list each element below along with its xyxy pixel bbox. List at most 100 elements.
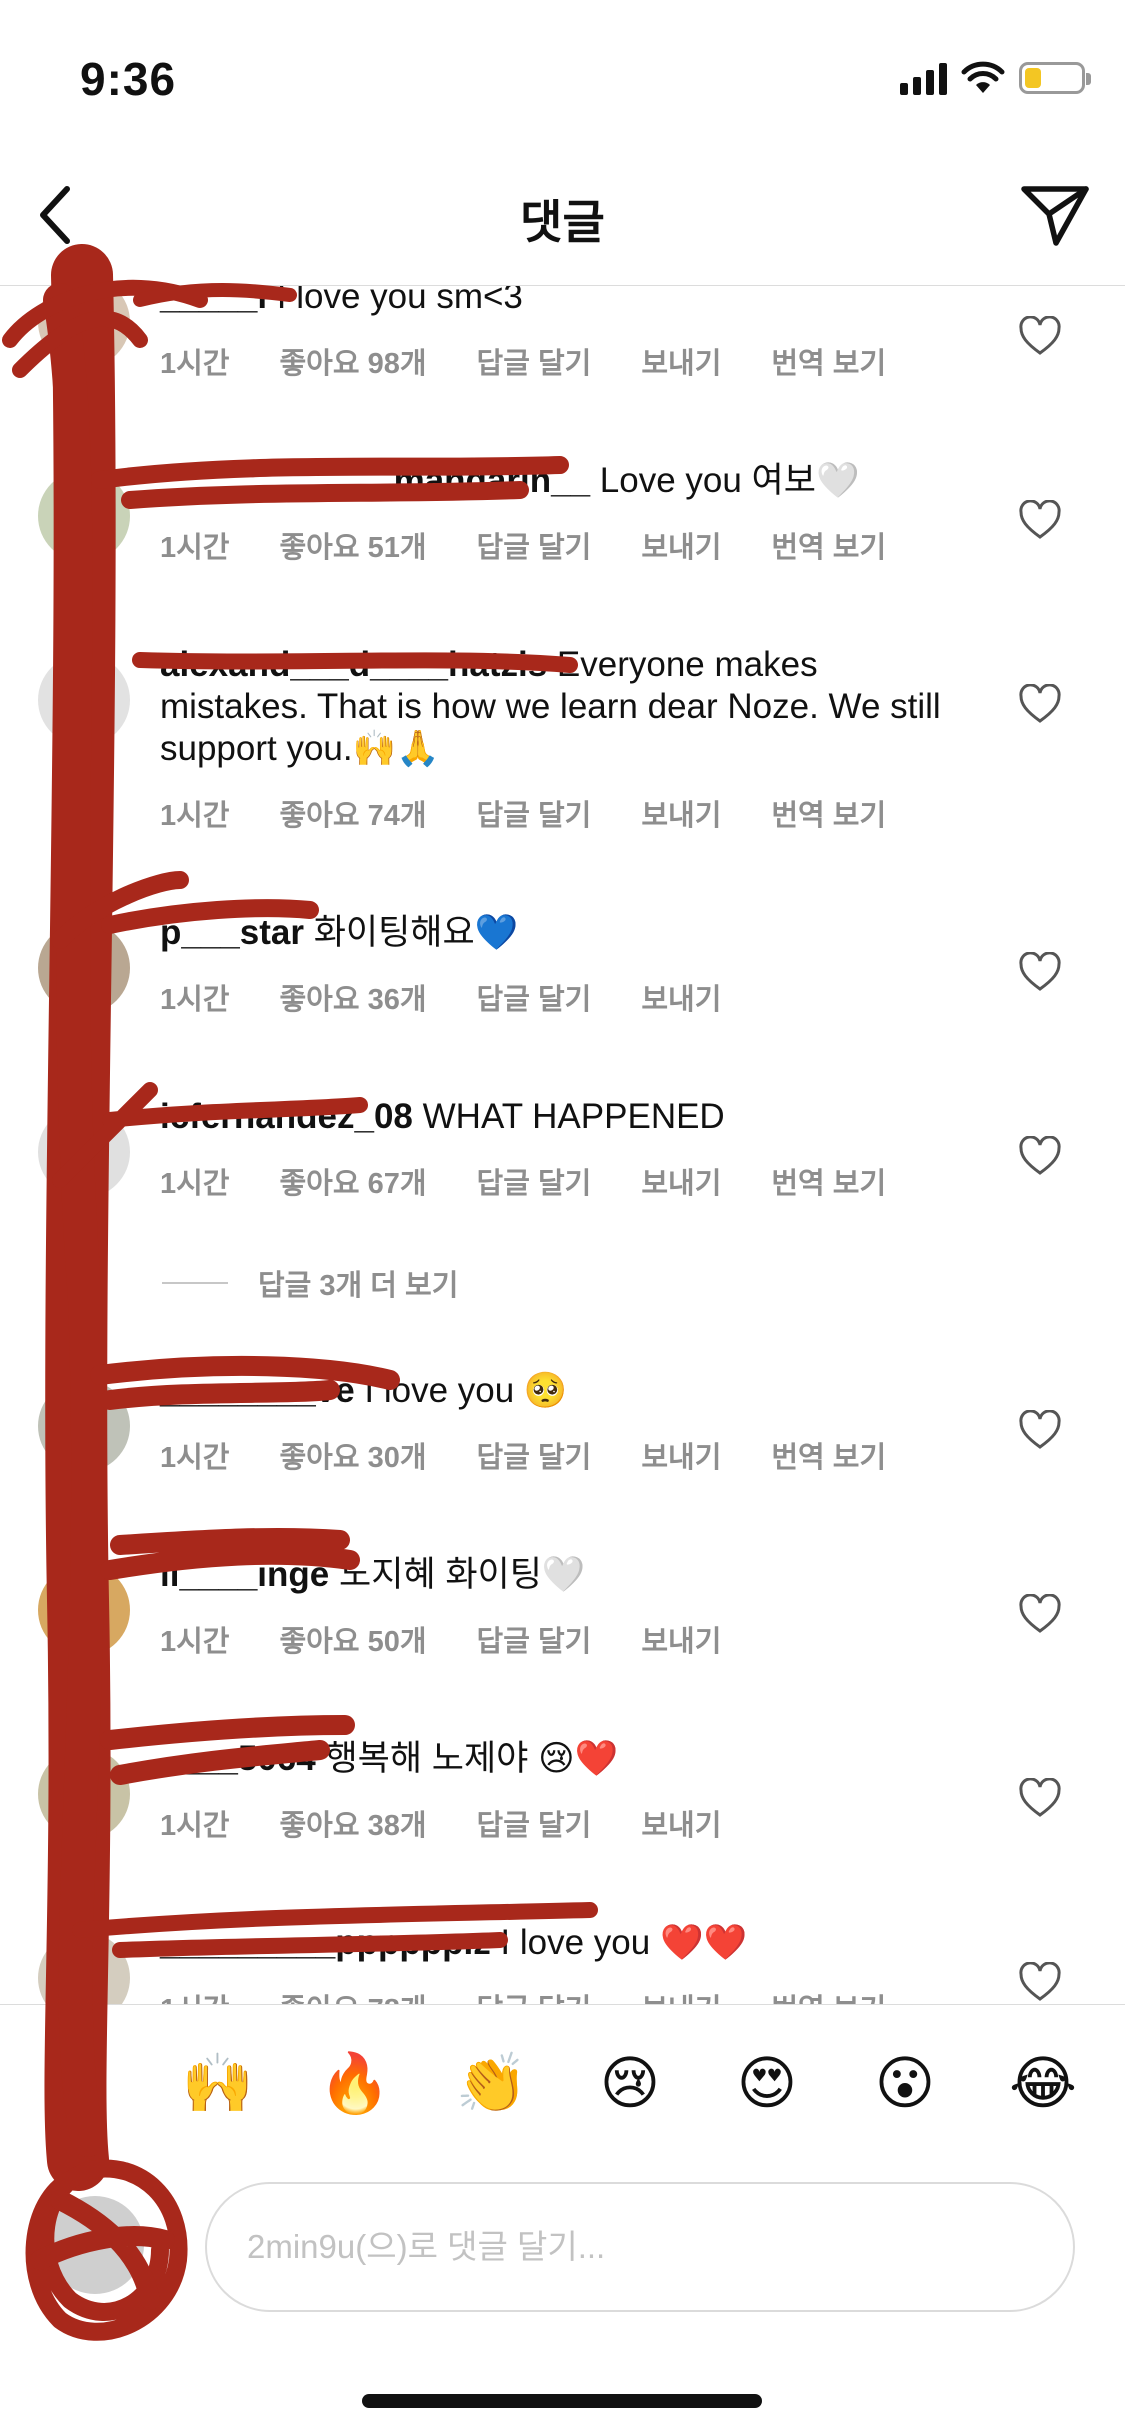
comment-text: ll____inge 노지혜 화이팅🤍 [160, 1554, 960, 1596]
avatar[interactable] [38, 1748, 130, 1840]
comment-likes[interactable]: 좋아요 30개 [280, 1434, 427, 1476]
comment-meta: 1시간 좋아요 98개 답글 달기 보내기 번역 보기 [160, 340, 886, 382]
comment-text: ____5064 행복해 노제야 😢❤️ [160, 1738, 960, 1780]
emoji-heart-eyes-button[interactable]: 😍 [727, 2049, 807, 2119]
comment-username[interactable]: ____________mandarin__ [160, 461, 590, 500]
reply-divider [162, 1282, 228, 1284]
translate-button[interactable]: 번역 보기 [771, 792, 886, 834]
heart-icon[interactable] [1018, 500, 1062, 540]
comment-username[interactable]: p___star [160, 913, 304, 952]
home-indicator[interactable] [362, 2394, 762, 2408]
paper-plane-icon [1021, 186, 1089, 246]
comment-likes[interactable]: 좋아요 78개 [280, 1986, 427, 2004]
comment-list: _____i I love you sm<3 1시간 좋아요 98개 답글 달기… [0, 286, 1125, 2004]
heart-icon[interactable] [1018, 1962, 1062, 2002]
reply-button[interactable]: 답글 달기 [477, 524, 592, 566]
comment-meta: 1시간 좋아요 78개 답글 달기 보내기 번역 보기 [160, 1986, 886, 2004]
heart-icon[interactable] [1018, 684, 1062, 724]
comments-header: 댓글 [0, 140, 1125, 286]
emoji-surprised-button[interactable]: 😮 [865, 2049, 945, 2119]
comment-likes[interactable]: 좋아요 38개 [280, 1802, 427, 1844]
share-button[interactable] [1015, 178, 1095, 254]
comment-composer [0, 2164, 1125, 2324]
comment-likes[interactable]: 좋아요 67개 [280, 1160, 427, 1202]
heart-icon[interactable] [1018, 952, 1062, 992]
comment-input[interactable] [205, 2182, 1075, 2312]
avatar[interactable] [38, 1932, 130, 2004]
translate-button[interactable]: 번역 보기 [771, 1160, 886, 1202]
comment-time: 1시간 [160, 984, 230, 1016]
send-button[interactable]: 보내기 [641, 1160, 721, 1202]
send-button[interactable]: 보내기 [641, 792, 721, 834]
battery-icon [1019, 62, 1091, 94]
comment-username[interactable]: ________ve [160, 1371, 355, 1410]
status-bar: 9:36 [0, 0, 1125, 140]
translate-button[interactable]: 번역 보기 [771, 340, 886, 382]
reply-button[interactable]: 답글 달기 [477, 976, 592, 1018]
view-more-replies-label: 답글 3개 더 보기 [258, 1270, 459, 1302]
comment-body: Love you 여보🤍 [590, 461, 860, 500]
comment-username[interactable]: _________pppppp.z [160, 1923, 491, 1962]
wifi-icon [961, 61, 1005, 93]
avatar[interactable] [38, 286, 130, 368]
comment-body: WHAT HAPPENED [412, 1097, 725, 1136]
send-button[interactable]: 보내기 [641, 1986, 721, 2004]
avatar[interactable] [38, 922, 130, 1014]
reply-button[interactable]: 답글 달기 [477, 1434, 592, 1476]
send-button[interactable]: 보내기 [641, 1802, 721, 1844]
comment-body: I love you ❤️❤️ [490, 1923, 748, 1962]
emoji-crying-button[interactable]: 😢 [590, 2049, 670, 2119]
reply-button[interactable]: 답글 달기 [477, 792, 592, 834]
comment-likes[interactable]: 좋아요 51개 [280, 524, 427, 566]
send-button[interactable]: 보내기 [641, 524, 721, 566]
comment-meta: 1시간 좋아요 74개 답글 달기 보내기 번역 보기 [160, 792, 886, 834]
comment-likes[interactable]: 좋아요 98개 [280, 340, 427, 382]
avatar[interactable] [38, 1106, 130, 1198]
reply-button[interactable]: 답글 달기 [477, 1986, 592, 2004]
avatar[interactable] [38, 470, 130, 562]
avatar[interactable] [38, 654, 130, 746]
reply-button[interactable]: 답글 달기 [477, 1802, 592, 1844]
comment-body: I love you 🥺 [354, 1371, 568, 1410]
comment-time: 1시간 [160, 1442, 230, 1474]
heart-icon[interactable] [1018, 1778, 1062, 1818]
reply-button[interactable]: 답글 달기 [477, 1160, 592, 1202]
comment-username[interactable]: icfernandez_08 [160, 1097, 413, 1136]
comment-text: _____i I love you sm<3 [160, 286, 960, 318]
send-button[interactable]: 보내기 [641, 976, 721, 1018]
comment-username[interactable]: alexand___d____hatzis [160, 645, 547, 684]
comment-username[interactable]: _____i [160, 286, 267, 316]
emoji-fire-button[interactable]: 🔥 [315, 2049, 395, 2119]
emoji-raising-hands-button[interactable]: 🙌 [178, 2049, 258, 2119]
comment-text: icfernandez_08 WHAT HAPPENED [160, 1096, 960, 1138]
view-more-replies[interactable]: 답글 3개 더 보기 [162, 1262, 458, 1304]
avatar[interactable] [38, 1380, 130, 1472]
comment-text: ________ve I love you 🥺 [160, 1370, 960, 1412]
send-button[interactable]: 보내기 [641, 1434, 721, 1476]
comment-username[interactable]: ____5064 [160, 1739, 316, 1778]
translate-button[interactable]: 번역 보기 [771, 1986, 886, 2004]
comment-meta: 1시간 좋아요 38개 답글 달기 보내기 [160, 1802, 721, 1844]
heart-icon[interactable] [1018, 1410, 1062, 1450]
translate-button[interactable]: 번역 보기 [771, 1434, 886, 1476]
send-button[interactable]: 보내기 [641, 1618, 721, 1660]
translate-button[interactable]: 번역 보기 [771, 524, 886, 566]
heart-icon[interactable] [1018, 1136, 1062, 1176]
my-avatar [46, 2196, 144, 2294]
comment-time: 1시간 [160, 1626, 230, 1658]
heart-icon[interactable] [1018, 1594, 1062, 1634]
reply-button[interactable]: 답글 달기 [477, 1618, 592, 1660]
comment-meta: 1시간 좋아요 51개 답글 달기 보내기 번역 보기 [160, 524, 886, 566]
comment-meta: 1시간 좋아요 30개 답글 달기 보내기 번역 보기 [160, 1434, 886, 1476]
comment-username[interactable]: ll____inge [160, 1555, 329, 1594]
comment-likes[interactable]: 좋아요 74개 [280, 792, 427, 834]
emoji-clapping-button[interactable]: 👏 [452, 2049, 532, 2119]
emoji-laughing-button[interactable]: 😂 [1003, 2049, 1083, 2119]
comment-likes[interactable]: 좋아요 36개 [280, 976, 427, 1018]
comment-time: 1시간 [160, 1810, 230, 1842]
comment-likes[interactable]: 좋아요 50개 [280, 1618, 427, 1660]
avatar[interactable] [38, 1564, 130, 1656]
reply-button[interactable]: 답글 달기 [477, 340, 592, 382]
heart-icon[interactable] [1018, 316, 1062, 356]
send-button[interactable]: 보내기 [641, 340, 721, 382]
